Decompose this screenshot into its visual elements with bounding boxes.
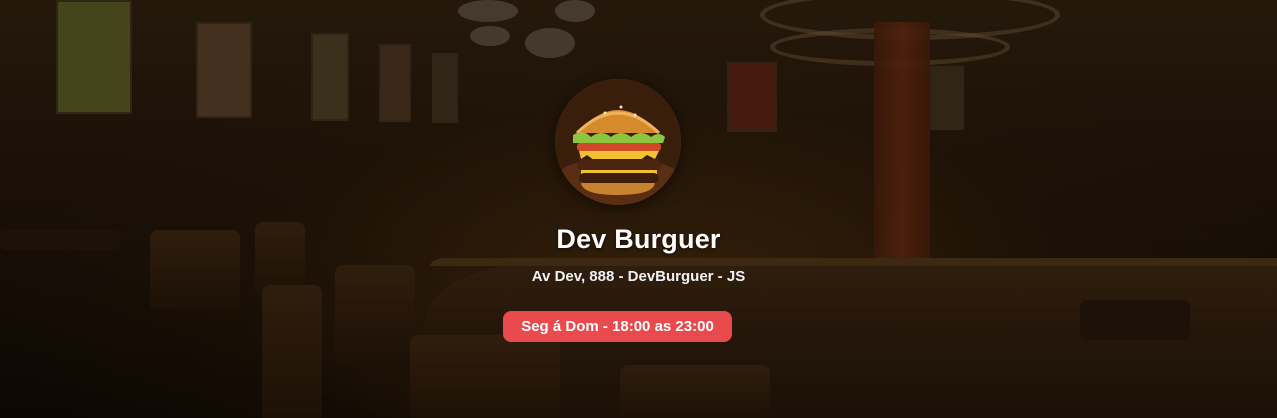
- burger-logo: [555, 79, 681, 205]
- opening-hours-badge: Seg á Dom - 18:00 as 23:00: [503, 311, 732, 342]
- burger-icon: [555, 79, 681, 205]
- header-content: Dev Burguer Av Dev, 888 - DevBurguer - J…: [0, 0, 1277, 418]
- hero-banner: Dev Burguer Av Dev, 888 - DevBurguer - J…: [0, 0, 1277, 418]
- restaurant-name: Dev Burguer: [556, 224, 721, 254]
- restaurant-address: Av Dev, 888 - DevBurguer - JS: [531, 268, 746, 285]
